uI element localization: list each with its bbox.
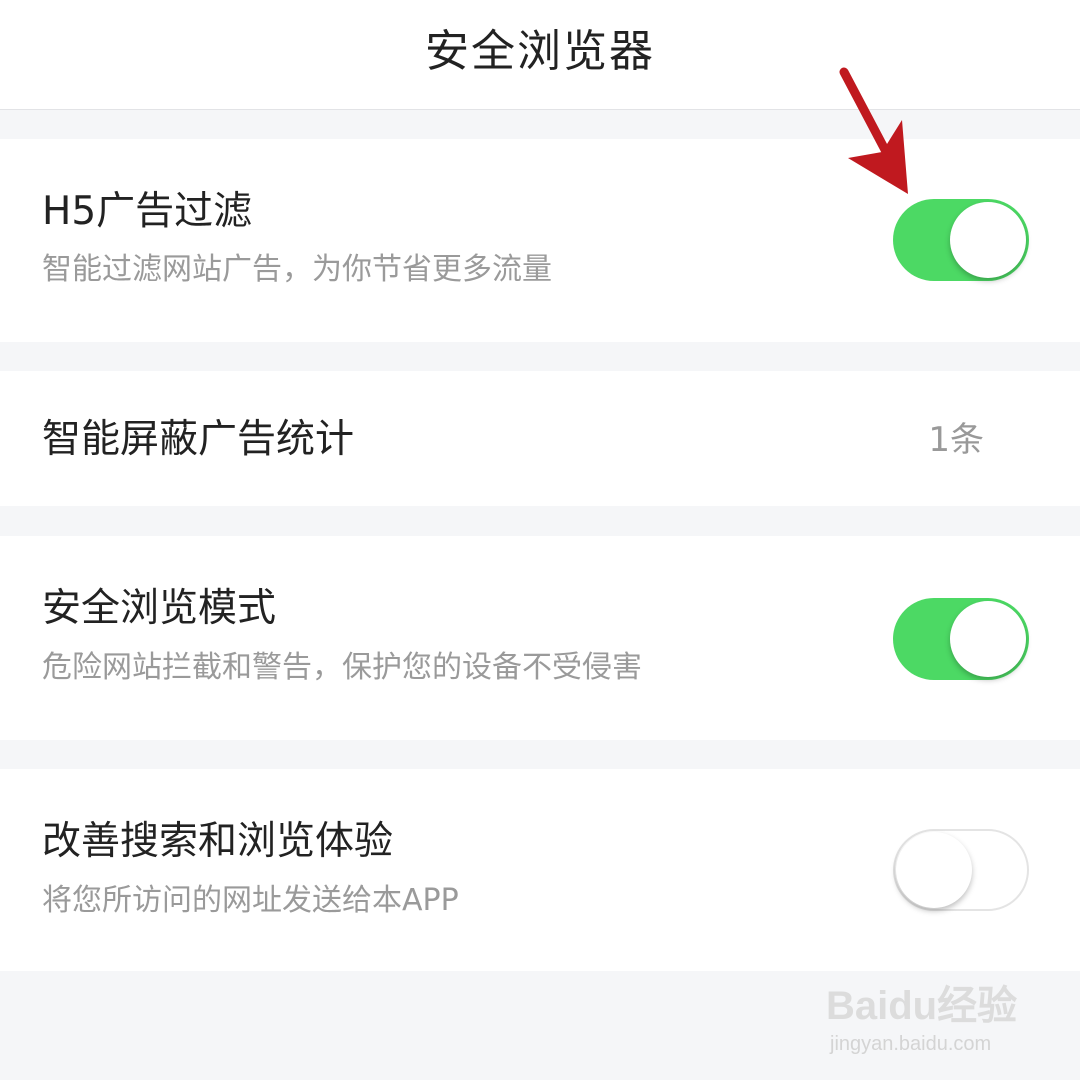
setting-title: 智能屏蔽广告统计 — [42, 417, 355, 462]
watermark-brand: Baidu经验 — [826, 984, 1018, 1028]
setting-title: 改善搜索和浏览体验 — [42, 819, 394, 864]
h5-ad-filter-toggle[interactable] — [893, 199, 1029, 281]
setting-row-ad-block-stats[interactable]: 智能屏蔽广告统计 1条 — [0, 371, 1080, 506]
improve-experience-toggle[interactable] — [893, 829, 1029, 911]
setting-subtitle: 将您所访问的网址发送给本APP — [42, 883, 459, 918]
setting-row-h5-ad-filter: H5广告过滤 智能过滤网站广告，为你节省更多流量 — [0, 139, 1080, 342]
toggle-knob — [896, 832, 972, 908]
setting-subtitle: 智能过滤网站广告，为你节省更多流量 — [42, 252, 552, 287]
setting-title: 安全浏览模式 — [42, 586, 277, 631]
toggle-knob — [950, 202, 1026, 278]
toggle-knob — [950, 601, 1026, 677]
settings-page: 安全浏览器 H5广告过滤 智能过滤网站广告，为你节省更多流量 智能屏蔽广告统计 … — [0, 0, 1080, 1080]
ad-block-count: 1条 — [928, 420, 984, 460]
baidu-watermark: Baidu经验 jingyan.baidu.com — [826, 962, 1046, 1062]
setting-row-improve-experience: 改善搜索和浏览体验 将您所访问的网址发送给本APP — [0, 769, 1080, 971]
page-title: 安全浏览器 — [425, 26, 655, 77]
setting-row-safe-browsing: 安全浏览模式 危险网站拦截和警告，保护您的设备不受侵害 — [0, 536, 1080, 740]
setting-subtitle: 危险网站拦截和警告，保护您的设备不受侵害 — [42, 650, 642, 685]
watermark-url: jingyan.baidu.com — [830, 1033, 992, 1055]
safe-browsing-toggle[interactable] — [893, 598, 1029, 680]
setting-title: H5广告过滤 — [42, 189, 253, 234]
header-bar: 安全浏览器 — [0, 0, 1080, 110]
